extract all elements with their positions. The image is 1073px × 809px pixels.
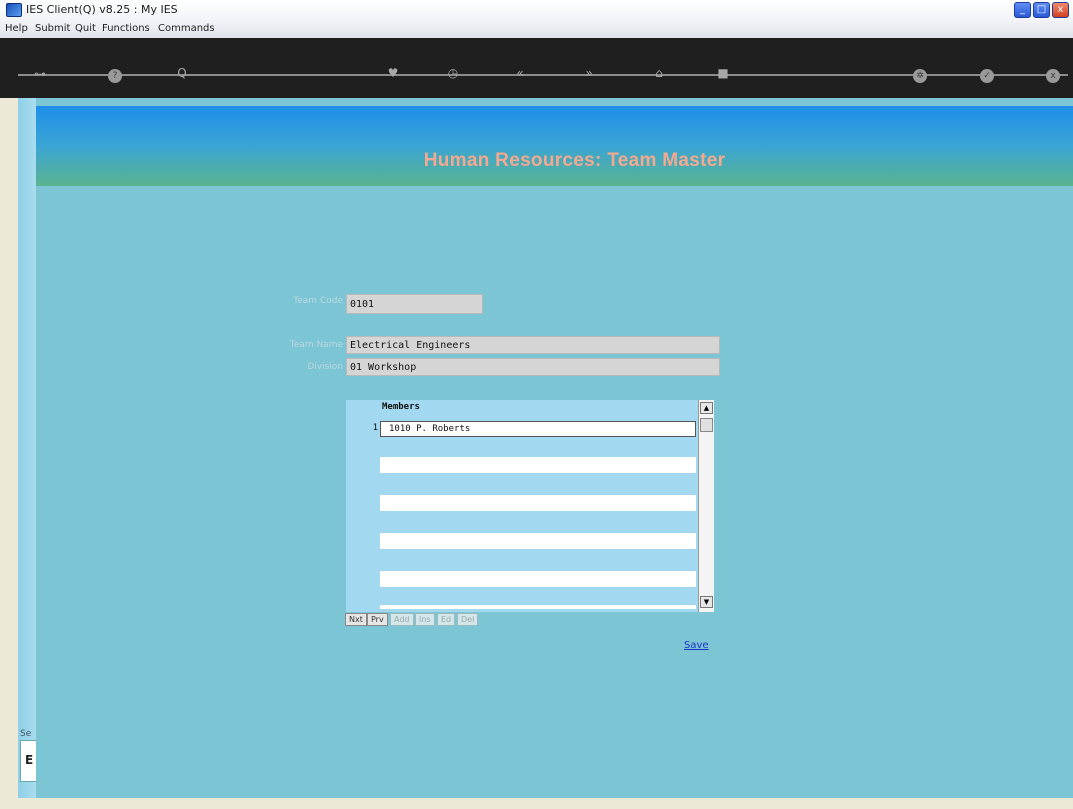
window-title: IES Client(Q) v8.25 : My IES <box>26 3 178 16</box>
menu-functions[interactable]: Functions <box>102 23 150 34</box>
main-panel: Human Resources: Team Master Team Code 0… <box>36 98 1073 798</box>
row-number: 1 <box>372 423 378 433</box>
rewind-icon[interactable]: « <box>513 66 527 80</box>
member-row[interactable] <box>380 457 696 473</box>
member-row[interactable] <box>380 533 696 549</box>
settings-icon[interactable]: ✲ <box>913 69 927 83</box>
app-icon <box>6 3 22 17</box>
bookmark-icon[interactable]: ⌂ <box>652 66 666 80</box>
app-window: IES Client(Q) v8.25 : My IES _ □ x Help … <box>0 0 1073 809</box>
stop-icon[interactable]: ■ <box>716 66 730 80</box>
left-rail-letter: E <box>25 753 34 767</box>
menu-bar: Help Submit Quit Functions Commands <box>0 20 1073 38</box>
scroll-up-button[interactable]: ▲ <box>700 402 713 414</box>
left-rail <box>18 98 36 798</box>
save-link[interactable]: Save <box>684 640 709 651</box>
title-row: IES Client(Q) v8.25 : My IES _ □ x <box>0 0 1073 20</box>
menu-submit[interactable]: Submit <box>35 23 70 34</box>
member-row[interactable] <box>380 514 696 530</box>
scroll-down-button[interactable]: ▼ <box>700 596 713 608</box>
next-button[interactable]: Nxt <box>345 613 367 626</box>
close-icon[interactable]: x <box>1046 69 1060 83</box>
forward-icon[interactable]: » <box>582 66 596 80</box>
team-code-field[interactable]: 0101 <box>346 294 483 314</box>
edit-button[interactable]: Ed <box>437 613 456 626</box>
team-code-label: Team Code <box>293 296 343 306</box>
heart-icon[interactable]: ♥ <box>386 66 400 80</box>
member-row[interactable] <box>380 439 696 455</box>
member-row[interactable] <box>380 571 696 587</box>
toolbar: ⊶ ? Q ♥ ◷ « » ⌂ ■ ✲ ✓ x <box>0 38 1073 98</box>
scroll-thumb[interactable] <box>700 418 713 432</box>
menu-quit[interactable]: Quit <box>75 23 96 34</box>
left-rail-text: Se <box>20 729 32 739</box>
team-name-label: Team Name <box>289 340 343 350</box>
add-button[interactable]: Add <box>390 613 414 626</box>
ok-icon[interactable]: ✓ <box>980 69 994 83</box>
members-scrollbar[interactable]: ▲ ▼ <box>698 400 714 612</box>
menu-commands[interactable]: Commands <box>158 23 215 34</box>
minimize-button[interactable]: _ <box>1014 2 1031 18</box>
bottom-strip <box>0 798 1073 809</box>
page-title: Human Resources: Team Master <box>423 150 726 171</box>
delete-button[interactable]: Del <box>457 613 479 626</box>
member-row[interactable] <box>380 495 696 511</box>
maximize-button[interactable]: □ <box>1033 2 1050 18</box>
division-label: Division <box>307 362 343 372</box>
members-grid: Members 1 1010 P. Roberts ▲ ▼ <box>346 400 714 612</box>
member-row[interactable] <box>380 476 696 492</box>
members-header: Members <box>382 402 420 412</box>
member-row[interactable] <box>380 590 696 604</box>
search-icon[interactable]: Q <box>175 66 189 80</box>
menu-help[interactable]: Help <box>5 23 28 34</box>
insert-button[interactable]: Ins <box>415 613 435 626</box>
clock-icon[interactable]: ◷ <box>446 66 460 80</box>
title-bar: IES Client(Q) v8.25 : My IES _ □ x Help … <box>0 0 1073 38</box>
key-icon[interactable]: ⊶ <box>33 67 47 81</box>
close-window-button[interactable]: x <box>1052 2 1069 18</box>
division-field[interactable]: 01 Workshop <box>346 358 720 376</box>
help-icon[interactable]: ? <box>108 69 122 83</box>
previous-button[interactable]: Prv <box>367 613 388 626</box>
member-row[interactable]: 1010 P. Roberts <box>380 421 696 437</box>
team-name-field[interactable]: Electrical Engineers <box>346 336 720 354</box>
member-row[interactable] <box>380 552 696 568</box>
member-row[interactable] <box>380 605 696 609</box>
page-header: Human Resources: Team Master <box>36 106 1073 186</box>
